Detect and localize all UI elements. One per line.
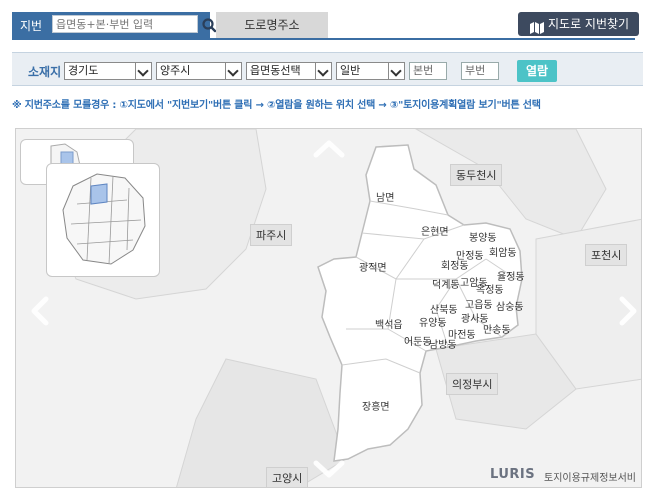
map-icon <box>530 18 544 34</box>
region-label-pocheon: 포천시 <box>585 244 628 266</box>
location-label: 소재지 <box>28 65 62 79</box>
tab-underline <box>12 38 635 40</box>
sigungu-select[interactable]: 양주시 <box>156 62 242 80</box>
region-label-uijeongbu: 의정부시 <box>446 373 499 395</box>
view-button[interactable]: 열람 <box>517 60 557 82</box>
eupmyeondong-value: 읍면동선택 <box>250 64 301 77</box>
jibun-search-tab[interactable]: 지번 <box>12 12 217 38</box>
dong-label: 어둔동 <box>404 337 432 348</box>
overview-map[interactable] <box>46 163 160 277</box>
map-search-button[interactable]: 지도로 지번찾기 <box>518 12 639 36</box>
map-search-label: 지도로 지번찾기 <box>548 17 630 31</box>
map-view[interactable]: 동두천시 파주시 포천시 의정부시 고양시 남면 은현면 광적면 봉양동 회암동… <box>15 128 642 488</box>
location-filter-bar: 소재지 경기도 양주시 읍면동선택 일반 본번 - 부번 열람 <box>12 52 643 86</box>
land-type-value: 일반 <box>340 64 361 77</box>
dong-label: 장흥면 <box>362 402 390 413</box>
region-label-dongducheon: 동두천시 <box>450 164 503 186</box>
dong-label: 만송동 <box>483 325 511 336</box>
jibun-tab-label: 지번 <box>20 19 43 33</box>
sigungu-value: 양주시 <box>160 64 191 77</box>
dong-label: 고읍동 <box>465 300 493 311</box>
chevron-down-icon <box>388 63 404 79</box>
dong-label: 덕계동 <box>432 280 460 291</box>
chevron-down-icon <box>225 63 241 79</box>
luris-subtitle: 토지이용규제정보서비스 <box>544 473 636 484</box>
dong-label: 회정동 <box>441 261 469 272</box>
sub-number-input[interactable]: 부번 <box>461 62 499 80</box>
eupmyeondong-select[interactable]: 읍면동선택 <box>246 62 332 80</box>
dong-label: 유양동 <box>419 318 447 329</box>
chevron-down-icon <box>315 63 331 79</box>
chevron-down-icon <box>135 63 151 79</box>
luris-logo: LURIS <box>490 467 536 482</box>
region-label-goyang: 고양시 <box>266 467 309 487</box>
dong-label: 광적면 <box>359 263 387 274</box>
land-type-select[interactable]: 일반 <box>336 62 405 80</box>
main-number-input[interactable]: 본번 <box>409 62 447 80</box>
dong-label: 삼숭동 <box>496 302 524 313</box>
region-label-paju: 파주시 <box>250 224 293 246</box>
dong-label: 옥정동 <box>476 285 504 296</box>
dong-label: 남방동 <box>429 340 457 351</box>
dong-label: 백석읍 <box>375 320 403 331</box>
dong-label: 회암동 <box>489 248 517 259</box>
road-address-tab[interactable]: 도로명주소 <box>216 12 328 38</box>
dong-label: 남면 <box>376 193 395 204</box>
sido-value: 경기도 <box>68 64 99 77</box>
help-text: ※ 지번주소를 모를경우 : ①지도에서 "지번보기"버튼 클릭 → ②열람을 … <box>12 100 541 111</box>
jibun-search-input[interactable] <box>52 15 198 33</box>
dong-label: 봉양동 <box>469 233 497 244</box>
dong-label: 은현면 <box>421 227 449 238</box>
sido-select[interactable]: 경기도 <box>64 62 152 80</box>
